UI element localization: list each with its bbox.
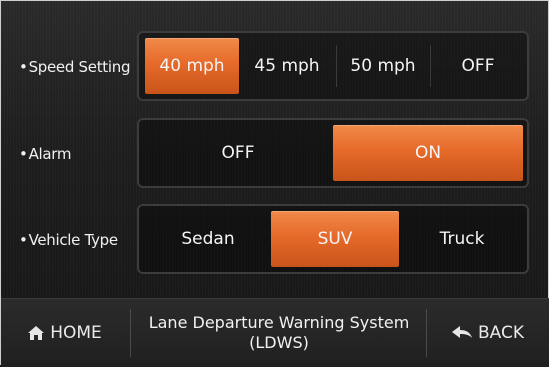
speed-setting-row: Speed Setting 40 mph 45 mph 50 mph OFF	[1, 31, 549, 103]
home-button[interactable]: HOME	[1, 299, 129, 367]
alarm-row: Alarm OFF ON	[1, 118, 549, 190]
speed-option-45[interactable]: 45 mph	[241, 38, 333, 94]
bottom-bar: HOME Lane Departure Warning System (LDWS…	[1, 298, 549, 367]
screen-title-line2: (LDWS)	[249, 333, 309, 352]
back-button-label: BACK	[477, 323, 524, 343]
back-arrow-icon	[451, 326, 472, 340]
screen-title-line1: Lane Departure Warning System	[148, 313, 410, 332]
vehicle-type-segmented-control: Sedan SUV Truck	[137, 204, 529, 274]
screen-title: Lane Departure Warning System (LDWS)	[131, 299, 427, 367]
speed-option-40[interactable]: 40 mph	[145, 38, 239, 94]
vehicle-type-label: Vehicle Type	[19, 204, 119, 276]
speed-setting-segmented-control: 40 mph 45 mph 50 mph OFF	[137, 31, 529, 101]
home-button-label: HOME	[50, 323, 102, 343]
speed-option-50[interactable]: 50 mph	[337, 38, 429, 94]
vehicle-option-sedan[interactable]: Sedan	[145, 211, 271, 267]
alarm-label: Alarm	[19, 118, 72, 190]
ldws-settings-screen: Speed Setting 40 mph 45 mph 50 mph OFF A…	[0, 0, 549, 367]
back-button[interactable]: BACK	[426, 299, 549, 367]
speed-option-off[interactable]: OFF	[431, 38, 525, 94]
vehicle-option-suv[interactable]: SUV	[271, 211, 399, 267]
home-icon	[28, 326, 45, 340]
speed-setting-label: Speed Setting	[19, 31, 131, 103]
alarm-option-off[interactable]: OFF	[145, 125, 331, 181]
alarm-segmented-control: OFF ON	[137, 118, 529, 188]
alarm-option-on[interactable]: ON	[333, 125, 523, 181]
vehicle-option-truck[interactable]: Truck	[399, 211, 525, 267]
vehicle-type-row: Vehicle Type Sedan SUV Truck	[1, 204, 549, 276]
